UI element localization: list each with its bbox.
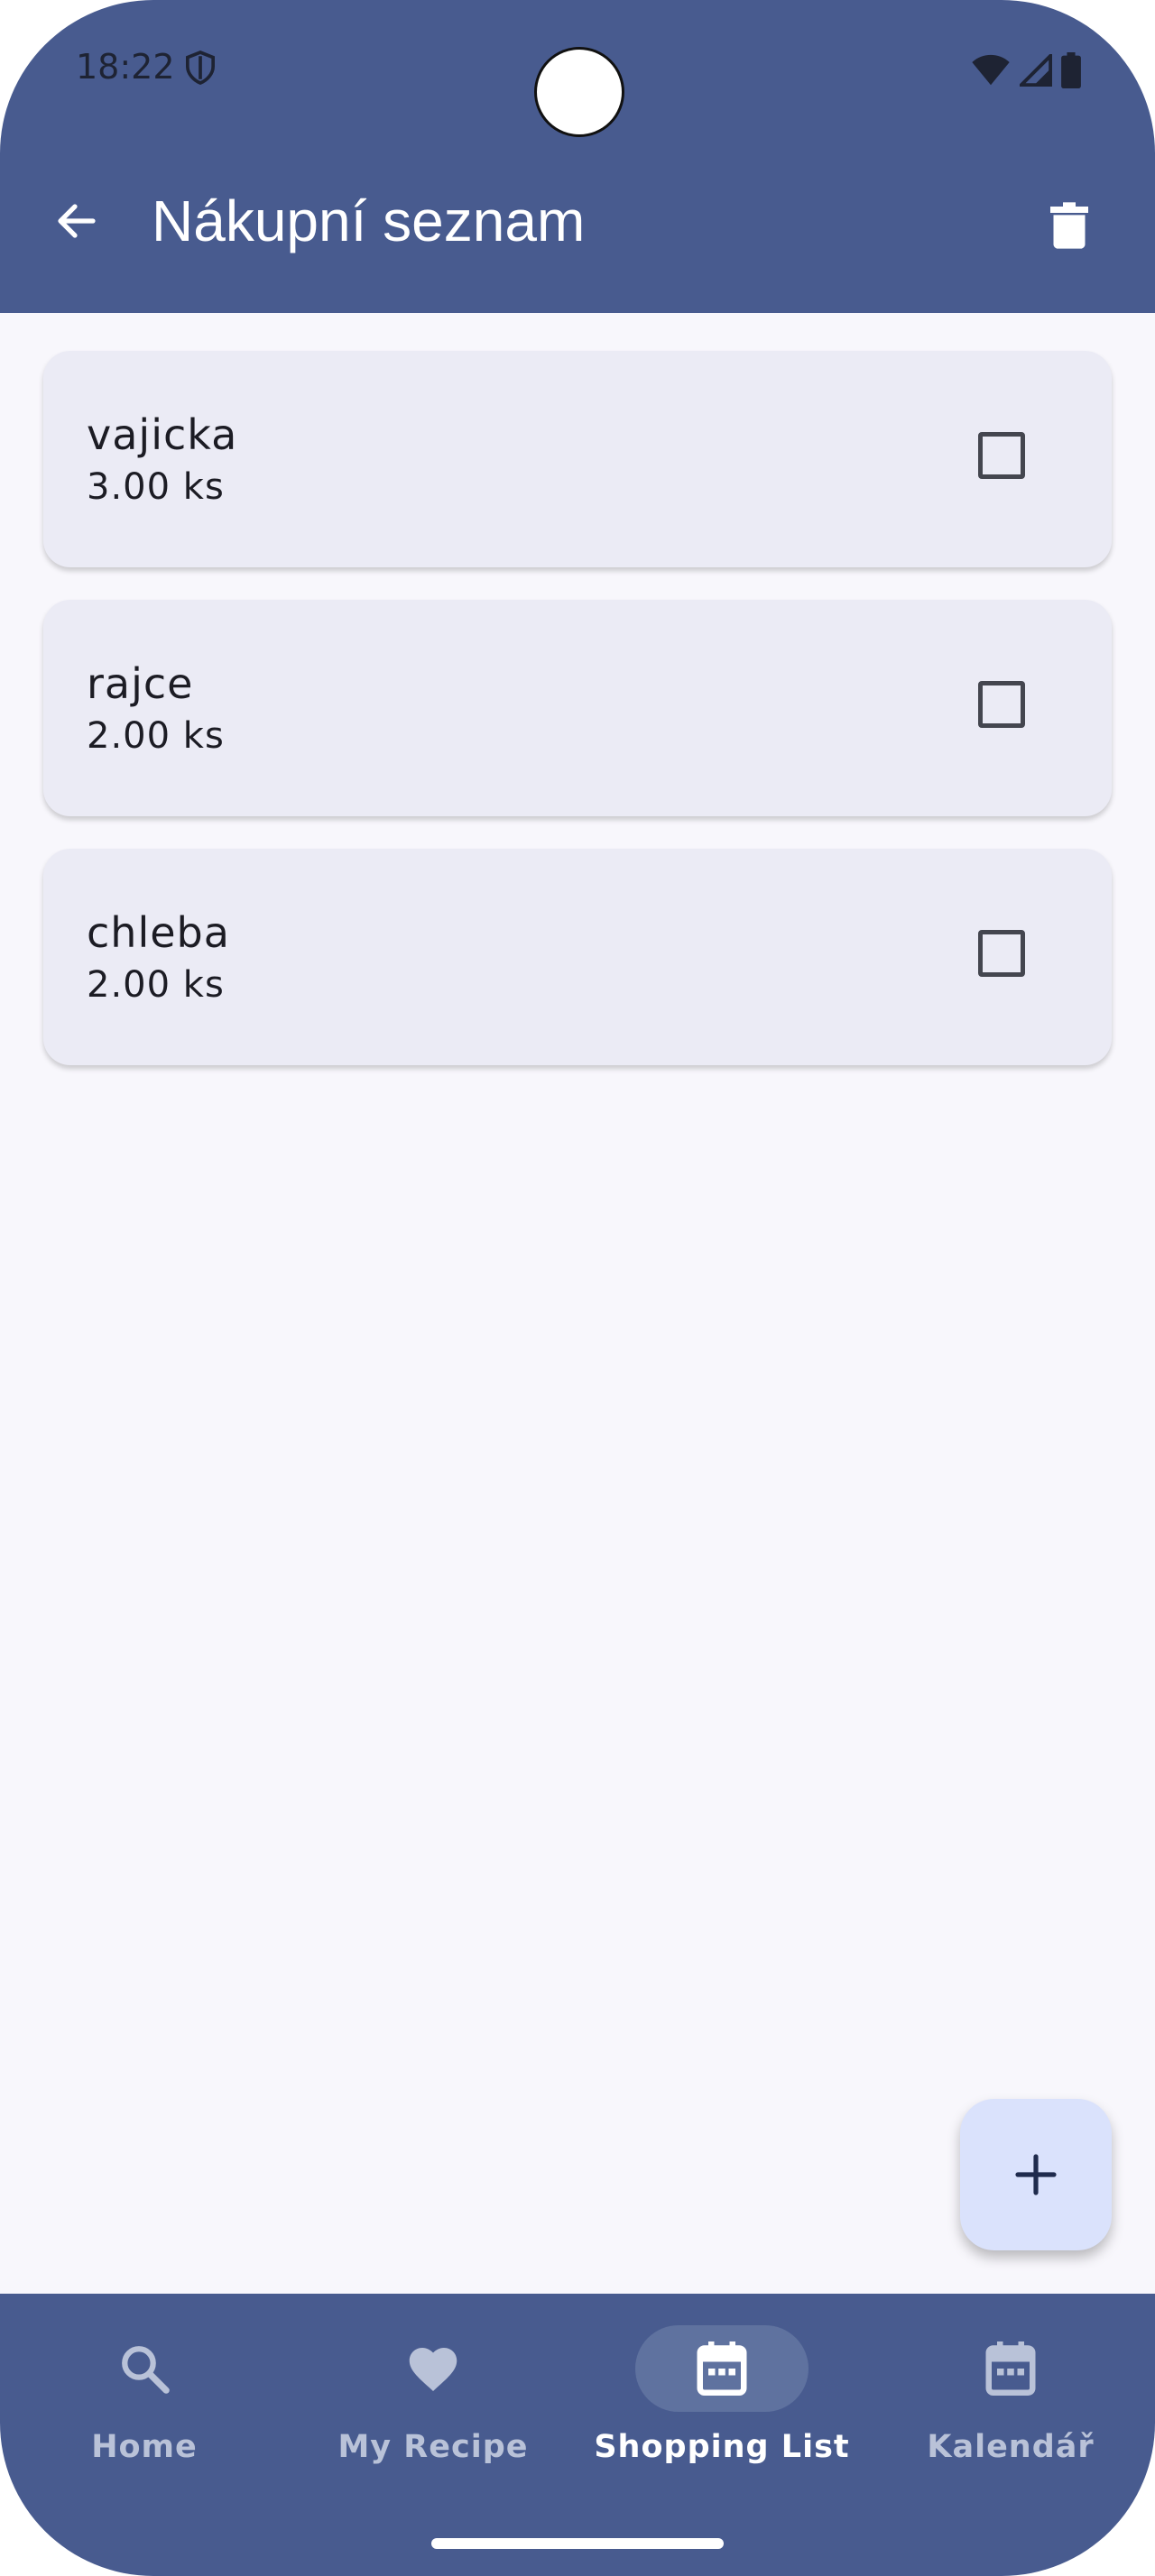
nav-label: Kalendář	[927, 2429, 1095, 2465]
battery-icon	[1061, 52, 1081, 92]
item-quantity: 2.00 ks	[87, 964, 225, 1006]
back-button[interactable]	[45, 189, 108, 253]
home-indicator[interactable]	[431, 2538, 724, 2549]
nav-label: Home	[91, 2429, 198, 2465]
item-name: vajicka	[87, 410, 238, 459]
item-checkbox[interactable]	[978, 930, 1025, 977]
item-checkbox[interactable]	[978, 432, 1025, 479]
arrow-back-icon	[58, 204, 96, 238]
search-icon	[122, 2346, 170, 2394]
item-quantity: 2.00 ks	[87, 715, 225, 757]
trash-icon	[1050, 202, 1088, 249]
item-name: rajce	[87, 659, 194, 708]
phone-screen: 18:22 Nákupní seznam vajicka 3.00 ks raj…	[0, 0, 1155, 2576]
nav-icon-container	[635, 2325, 808, 2412]
list-item[interactable]: rajce 2.00 ks	[43, 600, 1112, 816]
heart-icon	[409, 2348, 457, 2391]
calendar-icon	[985, 2341, 1036, 2396]
top-app-bar: 18:22 Nákupní seznam	[0, 0, 1155, 313]
calendar-icon	[697, 2341, 747, 2396]
list-item[interactable]: chleba 2.00 ks	[43, 849, 1112, 1065]
nav-item-my-recipe[interactable]: My Recipe	[289, 2294, 578, 2528]
nav-item-home[interactable]: Home	[0, 2294, 289, 2528]
page-title: Nákupní seznam	[152, 189, 586, 253]
nav-label: Shopping List	[594, 2429, 850, 2465]
list-item[interactable]: vajicka 3.00 ks	[43, 351, 1112, 567]
nav-icon-container	[58, 2325, 231, 2412]
nav-label: My Recipe	[337, 2429, 529, 2465]
add-item-button[interactable]	[960, 2099, 1112, 2250]
nav-item-shopping-list[interactable]: Shopping List	[578, 2294, 866, 2528]
item-name: chleba	[87, 908, 230, 957]
wifi-icon	[971, 54, 1011, 90]
nav-item-kalendar[interactable]: Kalendář	[866, 2294, 1155, 2528]
nav-icon-container	[924, 2325, 1097, 2412]
item-quantity: 3.00 ks	[87, 466, 225, 508]
status-icons	[971, 51, 1081, 92]
camera-cutout	[534, 47, 624, 137]
plus-icon	[1015, 2154, 1057, 2195]
shield-icon	[185, 51, 216, 88]
delete-all-button[interactable]	[1038, 194, 1101, 257]
status-time: 18:22	[76, 47, 175, 87]
nav-icon-container	[346, 2325, 520, 2412]
item-checkbox[interactable]	[978, 681, 1025, 728]
signal-icon	[1017, 51, 1053, 90]
bottom-navigation: Home My Recipe Shopping List Kalendář	[0, 2294, 1155, 2576]
